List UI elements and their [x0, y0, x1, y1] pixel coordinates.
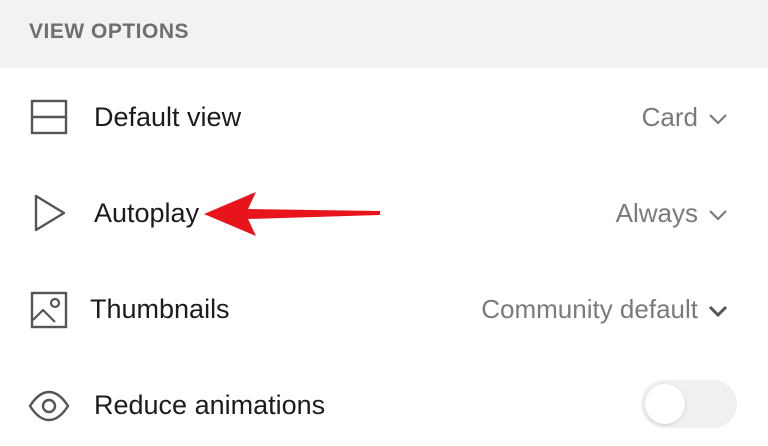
setting-row-default-view[interactable]: Default view Card [0, 70, 768, 166]
view-options-screen: VIEW OPTIONS Default view Card Autoplay … [0, 0, 768, 446]
thumbnails-dropdown[interactable]: Community default [481, 294, 728, 325]
autoplay-dropdown[interactable]: Always [616, 198, 728, 229]
setting-label: Autoplay [94, 198, 200, 228]
default-view-dropdown[interactable]: Card [642, 102, 728, 133]
section-header: VIEW OPTIONS [0, 0, 768, 68]
red-arrow-annotation-icon [204, 190, 382, 243]
chevron-down-icon [708, 294, 728, 325]
reduce-animations-toggle[interactable] [641, 380, 737, 428]
dropdown-value: Always [615, 198, 698, 228]
setting-row-thumbnails[interactable]: Thumbnails Community default [0, 262, 768, 358]
toggle-knob [645, 384, 685, 424]
setting-label: Reduce animations [94, 390, 326, 420]
section-title: VIEW OPTIONS [29, 20, 190, 43]
setting-row-autoplay[interactable]: Autoplay Always [0, 166, 768, 262]
eye-icon [28, 385, 70, 427]
dropdown-value: Community default [481, 294, 698, 324]
setting-label: Default view [94, 102, 242, 132]
image-icon [28, 289, 70, 331]
setting-label: Thumbnails [90, 294, 230, 324]
chevron-down-icon [708, 198, 728, 229]
play-icon [28, 192, 70, 234]
chevron-down-icon [708, 102, 728, 133]
layout-icon [28, 96, 70, 138]
dropdown-value: Card [641, 102, 698, 132]
